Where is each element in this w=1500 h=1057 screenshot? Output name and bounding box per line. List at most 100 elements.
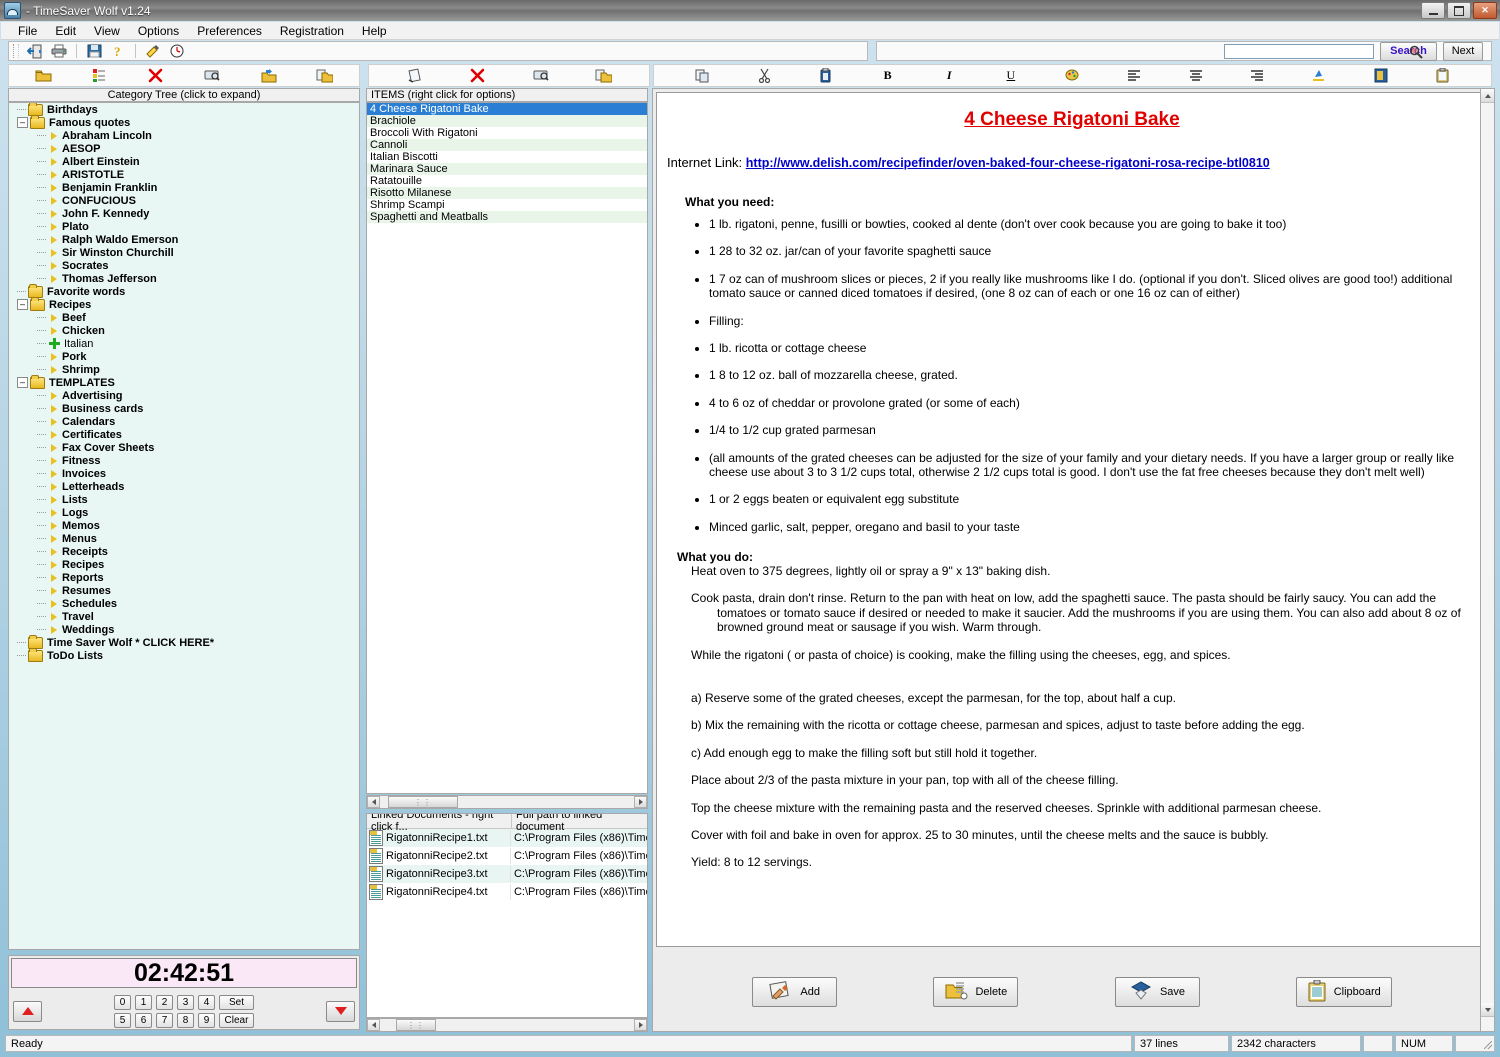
tree-node[interactable]: Beef <box>9 311 359 324</box>
tree-node[interactable]: Logs <box>9 506 359 519</box>
tree-node[interactable]: Advertising <box>9 389 359 402</box>
item-list-row[interactable]: Spaghetti and Meatballs <box>367 211 647 223</box>
rename-item-icon[interactable] <box>529 67 553 85</box>
tree-node[interactable]: ARISTOTLE <box>9 168 359 181</box>
paint-icon[interactable] <box>141 42 165 60</box>
edit-category-icon[interactable] <box>87 67 111 85</box>
search-button[interactable]: Search <box>1380 41 1437 61</box>
underline-icon[interactable]: U <box>999 67 1023 85</box>
tree-node[interactable]: Abraham Lincoln <box>9 129 359 142</box>
close-button[interactable]: ✕ <box>1473 2 1497 19</box>
next-button[interactable]: Next <box>1443 41 1483 61</box>
new-folder-icon[interactable] <box>31 67 55 85</box>
exit-icon[interactable] <box>23 42 47 60</box>
timer-up-button[interactable] <box>13 1000 42 1022</box>
tree-node[interactable]: – Recipes <box>9 296 359 311</box>
scroll-left-icon[interactable] <box>367 796 380 808</box>
tree-node[interactable]: Birthdays <box>9 103 359 116</box>
tree-node[interactable]: Sir Winston Churchill <box>9 246 359 259</box>
tree-node[interactable]: Schedules <box>9 597 359 610</box>
tree-node[interactable]: Shrimp <box>9 363 359 376</box>
category-tree[interactable]: Birthdays – Famous quotes Abraham Lincoln AE… <box>8 102 360 950</box>
menu-help[interactable]: Help <box>353 23 396 39</box>
item-list-row[interactable]: Italian Biscotti <box>367 151 647 163</box>
tree-collapse-toggle[interactable]: – <box>17 299 28 310</box>
tree-node[interactable]: John F. Kennedy <box>9 207 359 220</box>
clipboard-button[interactable]: Clipboard <box>1295 977 1392 1007</box>
tree-node[interactable]: Socrates <box>9 259 359 272</box>
tree-node[interactable]: Chicken <box>9 324 359 337</box>
font-color-icon[interactable] <box>1060 67 1084 85</box>
linked-documents-panel[interactable]: Linked Documents - right click f... Full… <box>366 813 648 1018</box>
numpad-0[interactable]: 0 <box>114 994 131 1010</box>
tree-node[interactable]: ToDo Lists <box>9 647 359 662</box>
tree-node[interactable]: Calendars <box>9 415 359 428</box>
numpad-5[interactable]: 5 <box>114 1012 131 1028</box>
tree-node[interactable]: Certificates <box>9 428 359 441</box>
tree-node[interactable]: Menus <box>9 532 359 545</box>
tree-node[interactable]: Ralph Waldo Emerson <box>9 233 359 246</box>
editor-vertical-scrollbar[interactable] <box>1480 88 1495 1032</box>
save-icon[interactable] <box>82 42 106 60</box>
status-resize-grip[interactable] <box>1455 1035 1495 1052</box>
cut-icon[interactable] <box>752 67 776 85</box>
linked-document-row[interactable]: RigatonniRecipe2.txt C:\Program Files (x8… <box>367 847 647 865</box>
item-list-row[interactable]: Broccoli With Rigatoni <box>367 127 647 139</box>
tree-node[interactable]: CONFUCIOUS <box>9 194 359 207</box>
menu-options[interactable]: Options <box>129 23 188 39</box>
clipboard-icon[interactable] <box>1430 67 1454 85</box>
items-horizontal-scrollbar[interactable]: ⋮⋮ <box>366 795 648 809</box>
tree-node[interactable]: AESOP <box>9 142 359 155</box>
delete-button[interactable]: Delete <box>933 977 1019 1007</box>
tree-node[interactable]: – TEMPLATES <box>9 374 359 389</box>
item-list-row[interactable]: Marinara Sauce <box>367 163 647 175</box>
numpad-4[interactable]: 4 <box>198 994 215 1010</box>
move-category-icon[interactable] <box>256 67 280 85</box>
menu-file[interactable]: File <box>9 23 46 39</box>
insert-image-icon[interactable] <box>1369 67 1393 85</box>
copy-icon[interactable] <box>691 67 715 85</box>
item-list-row[interactable]: Risotto Milanese <box>367 187 647 199</box>
maximize-button[interactable] <box>1447 2 1471 19</box>
help-icon[interactable]: ? <box>106 42 130 60</box>
tree-node[interactable]: Business cards <box>9 402 359 415</box>
document-view[interactable]: 4 Cheese Rigatoni Bake Internet Link: ht… <box>656 92 1488 947</box>
tree-node[interactable]: Pork <box>9 350 359 363</box>
bold-icon[interactable]: B <box>876 67 900 85</box>
tree-node[interactable]: Lists <box>9 493 359 506</box>
add-button[interactable]: Add <box>752 977 838 1007</box>
tree-node[interactable]: Time Saver Wolf * CLICK HERE* <box>9 634 359 649</box>
docs-scroll-thumb[interactable]: ⋮⋮ <box>396 1019 436 1031</box>
tree-node[interactable]: Fitness <box>9 454 359 467</box>
save-button[interactable]: Save <box>1114 977 1200 1007</box>
copy-category-icon[interactable] <box>313 67 337 85</box>
tree-node[interactable]: Thomas Jefferson <box>9 272 359 285</box>
linked-document-row[interactable]: RigatonniRecipe1.txt C:\Program Files (x8… <box>367 829 647 847</box>
item-list-row[interactable]: 4 Cheese Rigatoni Bake <box>367 103 647 115</box>
numpad-3[interactable]: 3 <box>177 994 194 1010</box>
copy-item-icon[interactable] <box>592 67 616 85</box>
tree-node[interactable]: Favorite words <box>9 283 359 298</box>
delete-category-icon[interactable] <box>144 67 168 85</box>
tree-node[interactable]: Memos <box>9 519 359 532</box>
docs-scroll-left-icon[interactable] <box>367 1019 380 1031</box>
linked-docs-col-name[interactable]: Linked Documents - right click f... <box>367 814 512 833</box>
align-left-icon[interactable] <box>1122 67 1146 85</box>
linked-document-row[interactable]: RigatonniRecipe3.txt C:\Program Files (x8… <box>367 865 647 883</box>
menu-registration[interactable]: Registration <box>271 23 353 39</box>
search-input[interactable] <box>1224 43 1374 59</box>
tree-node[interactable]: Invoices <box>9 467 359 480</box>
minimize-button[interactable] <box>1421 2 1445 19</box>
docs-scroll-right-icon[interactable] <box>634 1019 647 1031</box>
numpad-1[interactable]: 1 <box>135 994 152 1010</box>
align-right-icon[interactable] <box>1245 67 1269 85</box>
highlight-icon[interactable] <box>1307 67 1331 85</box>
linked-docs-col-path[interactable]: Full path to linked document <box>512 814 647 833</box>
numpad-9[interactable]: 9 <box>198 1012 215 1028</box>
tree-node[interactable]: Receipts <box>9 545 359 558</box>
menu-view[interactable]: View <box>85 23 129 39</box>
item-list-row[interactable]: Brachiole <box>367 115 647 127</box>
linked-document-row[interactable]: RigatonniRecipe4.txt C:\Program Files (x8… <box>367 883 647 901</box>
timer-clear-button[interactable]: Clear <box>219 1012 254 1028</box>
tree-node[interactable]: Letterheads <box>9 480 359 493</box>
